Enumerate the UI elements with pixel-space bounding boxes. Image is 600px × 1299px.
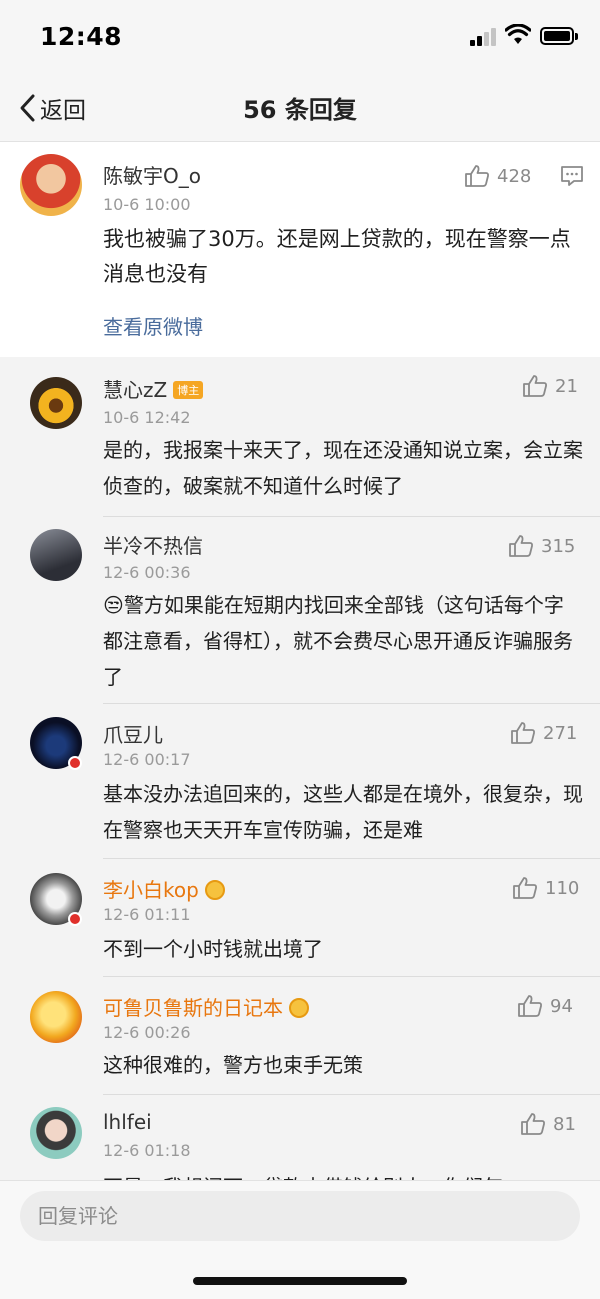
verified-badge-icon [68, 912, 82, 926]
username[interactable]: 陈敏宇O_o [103, 160, 201, 189]
reply-item: 可鲁贝鲁斯的日记本 12-6 00:26 94 这种很难的，警方也束手无策 [0, 977, 600, 1095]
comment-text: 这种很难的，警方也束手无策 [103, 1053, 363, 1077]
username[interactable]: 慧心zZ 博主 [103, 374, 204, 403]
like-count: 21 [555, 375, 578, 397]
thumbs-up-icon [523, 375, 547, 397]
status-time: 12:48 [40, 22, 123, 51]
reply-item: 李小白kop 12-6 01:11 110 不到一个小时钱就出境了 [0, 859, 600, 977]
comment-time: 10-6 12:42 [103, 408, 191, 427]
username[interactable]: 半冷不热信 [103, 530, 203, 559]
verified-badge-icon [68, 756, 82, 770]
like-count: 315 [541, 535, 576, 557]
like-button[interactable]: 428 [464, 164, 531, 188]
like-count: 428 [497, 165, 532, 187]
status-bar: 12:48 [0, 0, 600, 72]
like-count: 271 [543, 722, 578, 744]
comment-text: 我也被骗了30万。还是网上贷款的，现在警察一点消息也没有 [103, 227, 571, 286]
comment-text: 😒警方如果能在短期内找回来全部钱（这句话每个字都注意看，省得杠），就不会费尽心思… [103, 593, 573, 689]
comment-text: 是的，我报案十来天了，现在还没通知说立案，会立案侦查的，破案就不知道什么时候了 [103, 438, 583, 498]
reply-input-bar [0, 1180, 600, 1299]
avatar[interactable] [30, 377, 82, 429]
like-count: 81 [553, 1113, 576, 1135]
like-count: 110 [545, 877, 580, 899]
like-button[interactable]: 81 [520, 1112, 576, 1136]
main-comment: 陈敏宇O_o 10-6 10:00 428 我也被骗了30万。还是网上贷款的，现… [0, 142, 600, 357]
reply-item: 爪豆儿 12-6 00:17 271 基本没办法追回来的，这些人都是在境外，很复… [0, 704, 600, 859]
username[interactable]: 李小白kop [103, 874, 225, 903]
comment-time: 10-6 10:00 [103, 195, 191, 214]
avatar[interactable] [30, 991, 82, 1043]
like-button[interactable]: 315 [508, 534, 575, 558]
like-count: 94 [550, 995, 573, 1017]
avatar[interactable] [30, 529, 82, 581]
reply-item: lhlfei 12-6 01:18 81 不是，我想问下，贷款去借钱给别人，你们… [0, 1095, 600, 1180]
comment-time: 12-6 01:18 [103, 1141, 191, 1160]
battery-icon [540, 27, 578, 45]
vip-crown-icon [204, 880, 225, 900]
comment-time: 12-6 00:36 [103, 563, 191, 582]
thumbs-up-icon [518, 995, 542, 1017]
avatar[interactable] [30, 1107, 82, 1159]
reply-item: 半冷不热信 12-6 00:36 315 😒警方如果能在短期内找回来全部钱（这句… [0, 517, 600, 704]
nav-bar: 返回 56 条回复 [0, 72, 600, 142]
home-indicator [193, 1277, 407, 1285]
username[interactable]: 可鲁贝鲁斯的日记本 [103, 992, 309, 1021]
thumbs-up-icon [465, 165, 489, 187]
reply-input[interactable] [20, 1191, 580, 1241]
username[interactable]: lhlfei [103, 1110, 152, 1134]
comment-text: 不到一个小时钱就出境了 [103, 937, 323, 961]
thumbs-up-icon [521, 1113, 545, 1135]
comment-time: 12-6 00:17 [103, 750, 191, 769]
page-title: 56 条回复 [243, 96, 357, 124]
comment-icon[interactable] [560, 164, 584, 188]
like-button[interactable]: 110 [512, 876, 579, 900]
avatar[interactable] [20, 154, 82, 216]
wifi-icon [505, 24, 531, 44]
comment-text: 基本没办法追回来的，这些人都是在境外，很复杂，现在警察也天天开车宣传防骗，还是难 [103, 782, 583, 842]
username[interactable]: 爪豆儿 [103, 719, 163, 748]
reply-item: 慧心zZ 博主 10-6 12:42 21 是的，我报案十来天了，现在还没通知说立… [0, 357, 600, 517]
reply-list: 慧心zZ 博主 10-6 12:42 21 是的，我报案十来天了，现在还没通知说立… [0, 357, 600, 1180]
view-original-link[interactable]: 查看原微博 [103, 311, 203, 340]
vip-crown-icon [289, 998, 309, 1018]
thumbs-up-icon [509, 535, 533, 557]
like-button[interactable]: 271 [510, 721, 577, 745]
comment-time: 12-6 01:11 [103, 905, 191, 924]
comment-time: 12-6 00:26 [103, 1023, 191, 1042]
like-button[interactable]: 94 [517, 994, 573, 1018]
author-badge: 博主 [173, 381, 204, 399]
signal-icon [470, 26, 498, 46]
like-button[interactable]: 21 [522, 374, 578, 398]
thumbs-up-icon [513, 877, 537, 899]
comment-text: 不是，我想问下，贷款去借钱给别人，你们怎 [103, 1169, 583, 1180]
thumbs-up-icon [511, 722, 535, 744]
